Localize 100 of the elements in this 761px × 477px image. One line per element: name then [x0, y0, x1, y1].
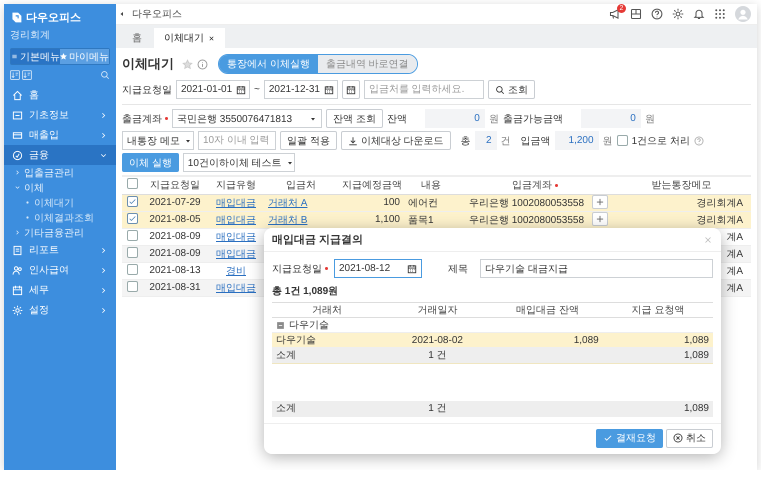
collapse-icon[interactable]	[118, 10, 126, 18]
calendar-button[interactable]	[342, 80, 360, 99]
menu-item[interactable]: 홈	[4, 85, 116, 105]
checkbox[interactable]	[126, 178, 138, 190]
chevron-right-icon[interactable]	[14, 169, 21, 176]
cancel-button[interactable]: 취소	[666, 428, 713, 448]
tab[interactable]: 이체대기	[154, 28, 225, 48]
sort-icon[interactable]	[22, 70, 32, 80]
menu-item[interactable]: 리포트	[4, 240, 116, 260]
calendar-icon[interactable]	[407, 264, 417, 274]
add-button[interactable]	[592, 195, 608, 209]
menu-tab[interactable]: 기본메뉴	[11, 49, 60, 64]
menu-tab[interactable]: 마이메뉴	[60, 49, 109, 64]
checkbox[interactable]	[126, 230, 138, 240]
search-icon[interactable]	[100, 70, 110, 80]
page-title: 이체대기	[122, 55, 174, 73]
megaphone-icon[interactable]	[609, 8, 621, 20]
column-header: 받는통장메모	[652, 180, 712, 192]
search-icon	[494, 84, 505, 94]
checkbox[interactable]	[126, 264, 138, 274]
cancel-icon	[673, 433, 683, 443]
table-cell: 경리회계A	[612, 194, 751, 211]
column-header: 지급예정금액	[342, 180, 402, 192]
sort-icon[interactable]	[10, 70, 20, 80]
date-field[interactable]: 2021-12-31	[264, 80, 338, 99]
table-cell: 100	[338, 194, 404, 211]
panel-icon	[12, 110, 23, 120]
approve-button[interactable]: 결재요청	[596, 428, 663, 448]
checkbox[interactable]	[126, 213, 138, 224]
calendar-icon[interactable]	[236, 84, 246, 94]
checkbox-label: 1건으로 처리	[632, 134, 690, 148]
submenu-item[interactable]: 기타금융관리	[4, 225, 116, 240]
calendar-icon[interactable]	[324, 84, 334, 94]
submenu-item[interactable]: 이체대기	[4, 195, 116, 210]
payee-link[interactable]: 거래처 B	[268, 214, 308, 226]
table-cell: 소계	[272, 348, 382, 362]
type-link[interactable]: 매입대금	[216, 282, 256, 294]
help-icon[interactable]	[651, 8, 663, 20]
search-button[interactable]: 조회	[488, 80, 535, 99]
apps-icon[interactable]	[714, 8, 726, 20]
document-icon	[12, 244, 23, 256]
type-link[interactable]: 매입대금	[216, 198, 256, 208]
home-icon	[12, 90, 23, 100]
checkbox[interactable]	[616, 135, 628, 146]
execute-button[interactable]: 이체 실행	[122, 153, 179, 172]
field-label: 지급요청일	[122, 84, 172, 96]
account-select[interactable]: 국민은행 3550076471813	[172, 109, 322, 128]
menu-item[interactable]: 세무	[4, 280, 116, 300]
submenu-item[interactable]: 이체	[4, 180, 116, 195]
type-link[interactable]: 매입대금	[216, 232, 256, 242]
unit-label: 원	[488, 112, 499, 126]
unit-label: 건	[500, 134, 511, 148]
download-button[interactable]: 이체대상 다운로드	[340, 131, 451, 150]
balance-button[interactable]: 잔액 조회	[326, 109, 383, 128]
checkbox[interactable]	[126, 246, 138, 258]
type-link[interactable]: 매입대금	[216, 248, 256, 260]
column-header: 거래일자	[382, 302, 492, 318]
payee-link[interactable]: 거래처 A	[268, 198, 308, 208]
count-field: 2	[474, 131, 497, 150]
menu-item[interactable]: 인사급여	[4, 260, 116, 280]
submenu-item[interactable]: 이체결과조회	[4, 210, 116, 225]
date-field[interactable]: 2021-01-01	[176, 80, 250, 99]
layout-icon[interactable]	[630, 8, 642, 20]
type-link[interactable]: 매입대금	[216, 214, 256, 226]
card-icon	[12, 130, 23, 140]
bell-icon[interactable]	[693, 8, 705, 20]
add-button[interactable]	[592, 212, 608, 226]
test-select[interactable]: 10건이하이체 테스트	[182, 153, 295, 172]
column-header: 입금처	[286, 180, 316, 192]
memo-select[interactable]: 내통장 메모	[122, 131, 194, 150]
bullet-icon	[24, 214, 31, 221]
info-icon[interactable]	[197, 58, 208, 70]
table-cell: 1,089	[602, 401, 713, 416]
mode-tab[interactable]: 통장에서 이체실행	[219, 55, 318, 73]
checkbox[interactable]	[126, 280, 138, 292]
table-cell: 1,089	[602, 348, 713, 362]
memo-field[interactable]: 10자 이내 입력	[198, 131, 276, 150]
payee-field[interactable]: 입금처를 입력하세요.	[364, 80, 484, 99]
close-icon[interactable]	[208, 34, 215, 42]
mode-tab[interactable]: 출금내역 바로연결	[318, 55, 417, 73]
table-cell: 2021-07-29	[142, 194, 208, 211]
apply-button[interactable]: 일괄 적용	[280, 131, 337, 150]
type-link[interactable]: 경비	[226, 266, 246, 276]
chevron-down-icon[interactable]	[14, 184, 21, 191]
menu-item[interactable]: 설정	[4, 300, 116, 320]
field-label: 총	[460, 134, 471, 148]
table-cell: 우리은행 1002080053558	[458, 194, 588, 211]
submenu-item[interactable]: 입출금관리	[4, 165, 116, 180]
checkbox[interactable]	[126, 196, 138, 207]
date-field[interactable]: 2021-08-12	[334, 259, 422, 278]
calendar-icon	[346, 84, 356, 94]
amount-field: 1,200	[554, 131, 599, 150]
table-cell: 2021-08-05	[142, 211, 208, 228]
column-header: 매입대금 잔액	[492, 302, 603, 318]
subject-field[interactable]: 다우기술 대금지급	[480, 259, 713, 278]
menu-item[interactable]: 기초정보	[4, 105, 116, 125]
menu-item[interactable]: 금융	[4, 145, 116, 165]
tab[interactable]: 홈	[122, 28, 152, 48]
chevron-right-icon[interactable]	[14, 229, 21, 236]
menu-item[interactable]: 매출입	[4, 125, 116, 145]
